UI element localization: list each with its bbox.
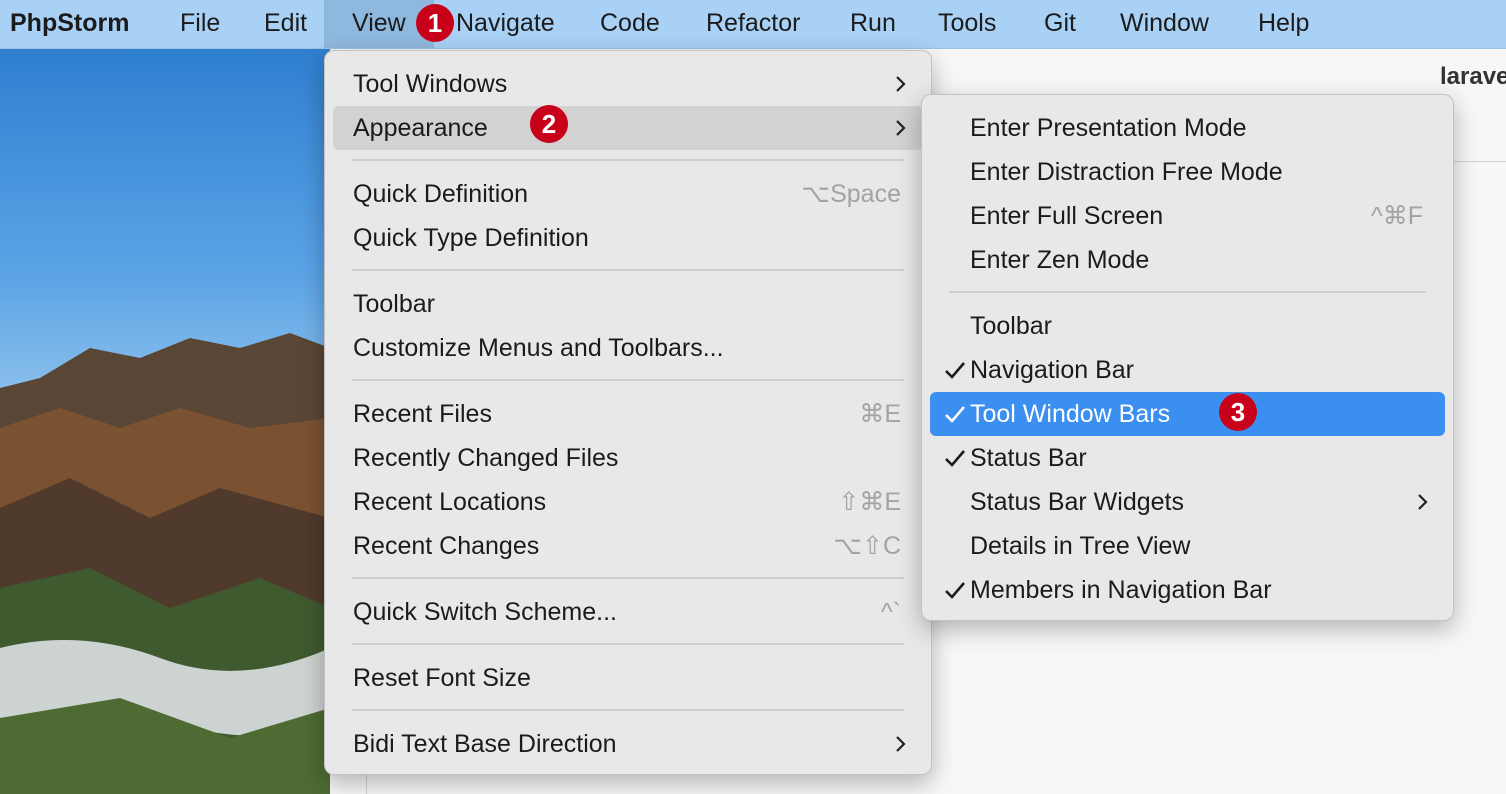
- shortcut-label: ⌘E: [859, 400, 901, 428]
- menu-navigate[interactable]: Navigate: [456, 0, 555, 48]
- shortcut-label: ⌥Space: [801, 180, 901, 208]
- chevron-right-icon: [896, 76, 906, 92]
- menu-item-recent-changes[interactable]: Recent Changes ⌥⇧C: [333, 524, 923, 568]
- menu-item-bidi-text-direction[interactable]: Bidi Text Base Direction: [333, 722, 923, 766]
- step-badge-3: 3: [1219, 393, 1257, 431]
- menu-item-label: Members in Navigation Bar: [970, 576, 1272, 604]
- menu-item-status-bar[interactable]: Status Bar: [930, 436, 1445, 480]
- menu-item-label: Recent Changes: [353, 532, 540, 560]
- menu-item-label: Enter Distraction Free Mode: [970, 158, 1283, 186]
- checkmark-icon: [945, 450, 965, 467]
- menu-item-distraction-free-mode[interactable]: Enter Distraction Free Mode: [930, 150, 1445, 194]
- step-badge-2: 2: [530, 105, 568, 143]
- menu-item-label: Tool Windows: [353, 70, 508, 98]
- menu-item-customize-menus[interactable]: Customize Menus and Toolbars...: [333, 326, 923, 370]
- menu-item-tool-window-bars[interactable]: Tool Window Bars: [930, 392, 1445, 436]
- menu-item-label: Customize Menus and Toolbars...: [353, 334, 724, 362]
- menu-window[interactable]: Window: [1120, 0, 1209, 48]
- menu-separator: [352, 643, 904, 645]
- menu-tools[interactable]: Tools: [938, 0, 996, 48]
- checkmark-icon: [945, 582, 965, 599]
- menu-item-recent-files[interactable]: Recent Files ⌘E: [333, 392, 923, 436]
- menu-item-label: Appearance: [353, 114, 488, 142]
- menu-item-quick-switch-scheme[interactable]: Quick Switch Scheme... ^`: [333, 590, 923, 634]
- step-badge-1: 1: [416, 4, 454, 42]
- divider: [1452, 161, 1506, 162]
- chevron-right-icon: [1418, 494, 1428, 510]
- menu-item-label: Enter Zen Mode: [970, 246, 1150, 274]
- chevron-right-icon: [896, 120, 906, 136]
- shortcut-label: ⌥⇧C: [833, 532, 901, 560]
- menu-item-label: Details in Tree View: [970, 532, 1191, 560]
- menu-item-label: Recent Files: [353, 400, 492, 428]
- menu-run[interactable]: Run: [850, 0, 896, 48]
- menu-item-label: Recently Changed Files: [353, 444, 619, 472]
- menu-item-label: Quick Definition: [353, 180, 529, 208]
- menu-code[interactable]: Code: [600, 0, 660, 48]
- menu-separator: [352, 269, 904, 271]
- menu-item-tool-windows[interactable]: Tool Windows: [333, 62, 923, 106]
- menu-item-label: Recent Locations: [353, 488, 547, 516]
- menu-item-recently-changed-files[interactable]: Recently Changed Files: [333, 436, 923, 480]
- menu-item-label: Reset Font Size: [353, 664, 531, 692]
- view-menu: Tool Windows Appearance Quick Definition…: [324, 50, 932, 775]
- menu-bar: PhpStorm File Edit View Navigate Code Re…: [0, 0, 1506, 49]
- menu-item-toolbar-toggle[interactable]: Toolbar: [930, 304, 1445, 348]
- shortcut-label: ⇧⌘E: [838, 488, 901, 516]
- menu-help[interactable]: Help: [1258, 0, 1309, 48]
- menu-item-navigation-bar[interactable]: Navigation Bar: [930, 348, 1445, 392]
- menu-separator: [352, 577, 904, 579]
- menu-item-full-screen[interactable]: Enter Full Screen ^⌘F: [930, 194, 1445, 238]
- checkmark-icon: [945, 362, 965, 379]
- menu-separator: [352, 159, 904, 161]
- window-title: larave: [1440, 63, 1506, 90]
- menu-git[interactable]: Git: [1044, 0, 1076, 48]
- menu-item-members-nav-bar[interactable]: Members in Navigation Bar: [930, 568, 1445, 612]
- menu-item-label: Status Bar Widgets: [970, 488, 1184, 516]
- menu-item-label: Quick Switch Scheme...: [353, 598, 617, 626]
- menu-item-label: Navigation Bar: [970, 356, 1134, 384]
- menu-item-label: Bidi Text Base Direction: [353, 730, 617, 758]
- menu-item-zen-mode[interactable]: Enter Zen Mode: [930, 238, 1445, 282]
- menu-item-label: Enter Presentation Mode: [970, 114, 1247, 142]
- chevron-right-icon: [896, 736, 906, 752]
- desktop-wallpaper: [0, 48, 330, 794]
- menu-item-appearance[interactable]: Appearance: [333, 106, 923, 150]
- menu-item-presentation-mode[interactable]: Enter Presentation Mode: [930, 106, 1445, 150]
- menu-item-recent-locations[interactable]: Recent Locations ⇧⌘E: [333, 480, 923, 524]
- menu-item-status-bar-widgets[interactable]: Status Bar Widgets: [930, 480, 1445, 524]
- menu-item-label: Status Bar: [970, 444, 1087, 472]
- menu-app-name[interactable]: PhpStorm: [10, 0, 129, 48]
- menu-item-details-tree-view[interactable]: Details in Tree View: [930, 524, 1445, 568]
- checkmark-icon: [945, 406, 965, 423]
- menu-refactor[interactable]: Refactor: [706, 0, 800, 48]
- appearance-submenu: Enter Presentation Mode Enter Distractio…: [921, 94, 1454, 621]
- menu-item-toolbar[interactable]: Toolbar: [333, 282, 923, 326]
- menu-separator: [352, 709, 904, 711]
- menu-separator: [352, 379, 904, 381]
- menu-item-label: Quick Type Definition: [353, 224, 589, 252]
- menu-file[interactable]: File: [180, 0, 220, 48]
- shortcut-label: ^⌘F: [1370, 202, 1423, 230]
- menu-separator: [949, 291, 1426, 293]
- menu-item-label: Enter Full Screen: [970, 202, 1164, 230]
- menu-item-quick-type-definition[interactable]: Quick Type Definition: [333, 216, 923, 260]
- menu-edit[interactable]: Edit: [264, 0, 307, 48]
- menu-item-label: Tool Window Bars: [970, 400, 1171, 428]
- shortcut-label: ^`: [880, 598, 901, 626]
- menu-item-reset-font-size[interactable]: Reset Font Size: [333, 656, 923, 700]
- menu-item-quick-definition[interactable]: Quick Definition ⌥Space: [333, 172, 923, 216]
- menu-item-label: Toolbar: [353, 290, 435, 318]
- menu-item-label: Toolbar: [970, 312, 1052, 340]
